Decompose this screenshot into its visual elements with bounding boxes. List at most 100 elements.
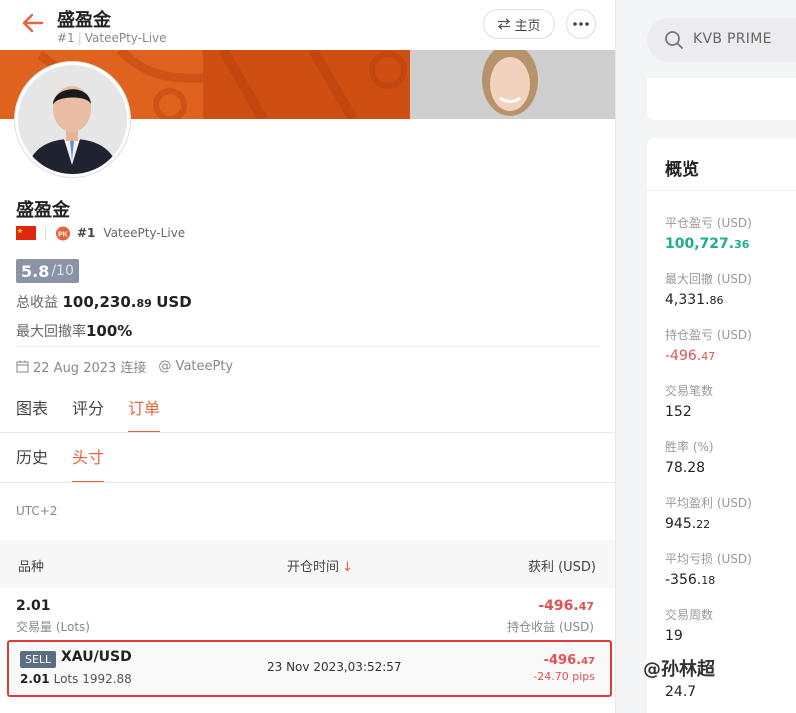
avatar-portrait <box>18 65 127 174</box>
order-symbol: XAU/USD <box>61 649 132 665</box>
stat-avg-win-value: 945.22 <box>665 516 710 532</box>
stat-winrate-label: 胜率 (%) <box>665 440 714 454</box>
summary-pnl-cents: 47 <box>578 600 594 613</box>
banner-photo <box>410 50 615 119</box>
stat-avg-loss-main: -356. <box>665 572 702 588</box>
positions-summary-row: 2.01 交易量 (Lots) -496.47 持仓收益 (USD) <box>0 590 615 638</box>
summary-lots-label: 交易量 (Lots) <box>16 620 90 634</box>
col-open-time[interactable]: 开仓时间 ↓ <box>287 556 353 575</box>
tab-positions[interactable]: 头寸 <box>72 443 105 483</box>
join-info: 22 Aug 2023 连接 @ VateePty <box>16 357 233 376</box>
order-pnl-main: -496. <box>543 653 582 668</box>
tab-rating[interactable]: 评分 <box>72 395 104 433</box>
banner-mid-block <box>203 50 410 119</box>
total-profit-cents: 89 <box>136 297 152 310</box>
search-text: KVB PRIME <box>693 31 772 47</box>
banner-model-illustration <box>410 50 615 119</box>
col-profit: 获利 (USD) <box>527 560 596 575</box>
search-results-card <box>647 78 796 120</box>
summary-pnl-label: 持仓收益 (USD) <box>507 620 594 634</box>
order-pnl-cents: 47 <box>581 656 595 667</box>
back-arrow-icon[interactable] <box>22 12 44 34</box>
home-button[interactable]: 主页 <box>483 9 555 39</box>
total-profit: 总收益 100,230.89 USD <box>16 292 192 312</box>
stat-avg-loss-cents: 18 <box>701 574 716 587</box>
stat-open-pnl-cents: 47 <box>701 350 716 363</box>
order-lots-value: 2.01 <box>20 672 50 686</box>
summary-lots: 2.01 <box>16 598 51 614</box>
trader-avatar <box>15 62 130 177</box>
stat-closed-pnl-main: 100,727. <box>665 236 735 252</box>
header-title: 盛盈金 <box>57 10 111 31</box>
more-options-button[interactable] <box>566 9 596 39</box>
stat-closed-pnl-label: 平仓盈亏 (USD) <box>665 216 752 230</box>
stat-extra-value: 24.7 <box>665 684 697 700</box>
stat-closed-pnl-cents: 36 <box>734 238 750 251</box>
order-pips: -24.70 pips <box>533 670 595 683</box>
stat-max-drawdown-value: 4,331.86 <box>665 292 724 308</box>
stat-open-pnl-label: 持仓盈亏 (USD) <box>665 328 752 342</box>
overview-sidebar: KVB PRIME 概览 平仓盈亏 (USD) 100,727.36 最大回撤 … <box>616 0 796 713</box>
header-account: VateePty-Live <box>84 31 167 45</box>
stat-avg-loss-label: 平均亏损 (USD) <box>665 552 752 566</box>
search-icon <box>665 31 683 49</box>
stat-avg-win-main: 945. <box>665 516 697 532</box>
china-flag-icon <box>16 226 36 240</box>
col-symbol: 品种 <box>18 560 45 575</box>
trader-rank: #1 <box>77 226 96 240</box>
total-profit-label: 总收益 <box>16 295 58 311</box>
col-open-time-label: 开仓时间 <box>287 560 340 575</box>
trader-account: VateePty-Live <box>103 226 186 240</box>
score-badge: 5.8/10 <box>16 259 79 283</box>
summary-pnl-main: -496. <box>538 598 579 614</box>
stat-closed-pnl-value: 100,727.36 <box>665 236 749 252</box>
stat-max-drawdown-label: 最大回撤 (USD) <box>665 272 752 286</box>
score-max: /10 <box>51 263 74 279</box>
pk-badge-icon: PK <box>56 226 70 241</box>
total-profit-unit: USD <box>156 293 192 311</box>
stat-avg-win-cents: 22 <box>696 518 711 531</box>
table-row[interactable]: SELL XAU/USD 2.01 Lots 1992.88 23 Nov 202… <box>7 640 612 697</box>
overview-title: 概览 <box>665 160 699 180</box>
watermark-text: @孙林超 <box>643 659 715 680</box>
max-drawdown-label: 最大回撤率 <box>16 324 86 340</box>
trader-name: 盛盈金 <box>16 200 70 221</box>
main-tabs: 图表 评分 订单 <box>16 395 161 433</box>
stat-winrate-value: 78.28 <box>665 460 706 476</box>
banner-mid-pattern <box>218 50 407 119</box>
stat-max-drawdown-cents: 86 <box>709 294 724 307</box>
total-profit-main: 100,230. <box>62 293 137 311</box>
top-bar: 盛盈金 #1 | VateePty-Live 主页 <box>0 0 615 50</box>
stat-avg-win-label: 平均盈利 (USD) <box>665 496 752 510</box>
home-button-label: 主页 <box>514 18 541 34</box>
stat-trades-label: 交易笔数 <box>665 384 714 398</box>
summary-pnl: -496.47 <box>538 598 594 614</box>
order-side-badge: SELL <box>20 651 57 668</box>
more-dots-icon <box>573 22 589 26</box>
score-value: 5.8 <box>21 261 50 281</box>
timezone-label: UTC+2 <box>16 504 58 518</box>
max-drawdown: 最大回撤率100% <box>16 321 132 341</box>
header-rank: #1 <box>57 31 75 45</box>
broker-name[interactable]: @ VateePty <box>158 359 233 374</box>
order-open-time: 23 Nov 2023,03:52:57 <box>267 660 402 674</box>
stat-open-pnl-main: -496. <box>665 348 702 364</box>
subtabs-rule <box>0 482 615 483</box>
search-input[interactable]: KVB PRIME <box>647 18 796 62</box>
tab-history[interactable]: 历史 <box>16 443 48 483</box>
svg-text:PK: PK <box>58 232 68 239</box>
swap-icon <box>498 18 511 30</box>
tab-chart[interactable]: 图表 <box>16 395 48 433</box>
tabs-rule <box>0 432 615 433</box>
order-lots-text: Lots 1992.88 <box>53 672 132 686</box>
stat-avg-loss-value: -356.18 <box>665 572 715 588</box>
profile-divider <box>16 346 600 347</box>
order-pnl: -496.47 <box>544 653 595 668</box>
trader-main-panel: 盛盈金 #1 | VateePty-Live 主页 盛盈金 PK #1 Vate… <box>0 0 616 713</box>
tab-orders[interactable]: 订单 <box>128 395 161 433</box>
max-drawdown-value: 100% <box>86 322 133 340</box>
stat-weeks-value: 19 <box>665 628 683 644</box>
positions-table-header: 品种 开仓时间 ↓ 获利 (USD) <box>0 540 615 588</box>
calendar-icon <box>16 360 29 373</box>
stat-open-pnl-value: -496.47 <box>665 348 715 364</box>
